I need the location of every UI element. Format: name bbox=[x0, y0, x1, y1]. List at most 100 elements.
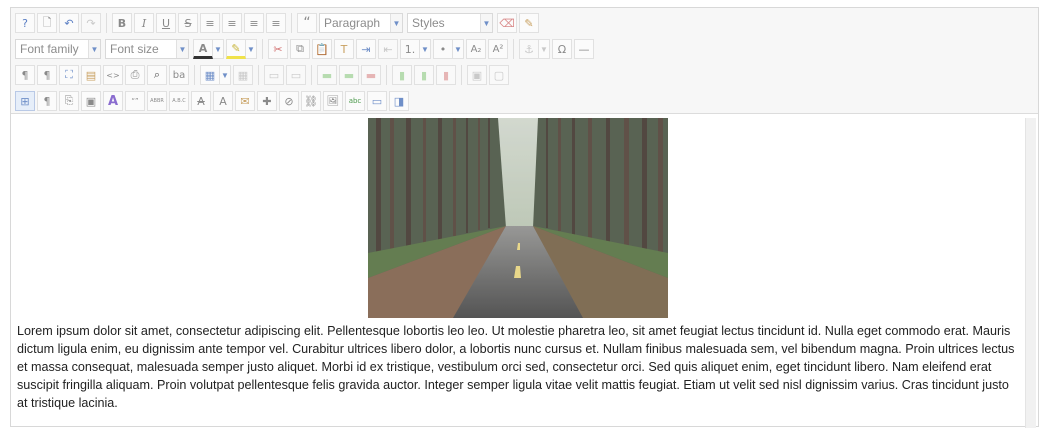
block-format-select[interactable]: Paragraph ▼ bbox=[319, 13, 403, 33]
fullscreen-icon[interactable]: ⛶ bbox=[59, 65, 79, 85]
insert-col-after-icon[interactable]: ▮ bbox=[414, 65, 434, 85]
unlink-icon[interactable]: ⊘ bbox=[279, 91, 299, 111]
table-delete-icon[interactable]: ▦ bbox=[233, 65, 253, 85]
clear-formatting-icon[interactable]: ✎ bbox=[519, 13, 539, 33]
template-icon[interactable]: ▤ bbox=[81, 65, 101, 85]
chevron-down-icon[interactable]: ▼ bbox=[220, 65, 231, 85]
puzzle-icon[interactable]: ✚ bbox=[257, 91, 277, 111]
eraser-icon[interactable]: ⌫ bbox=[497, 13, 517, 33]
delete-row-icon[interactable]: ▬ bbox=[361, 65, 381, 85]
delete-col-icon[interactable]: ▮ bbox=[436, 65, 456, 85]
bullet-list-split[interactable]: • ▼ bbox=[433, 39, 464, 59]
attributes-icon[interactable]: ✉ bbox=[235, 91, 255, 111]
font-family-select[interactable]: Font family ▼ bbox=[15, 39, 101, 59]
body-paragraph[interactable]: Lorem ipsum dolor sit amet, consectetur … bbox=[17, 322, 1015, 412]
align-center-icon[interactable]: ≡ bbox=[222, 13, 242, 33]
separator bbox=[386, 65, 387, 85]
table-cell-props-icon[interactable]: ▭ bbox=[286, 65, 306, 85]
horizontal-rule-icon[interactable]: — bbox=[574, 39, 594, 59]
chevron-down-icon[interactable]: ▼ bbox=[213, 39, 224, 59]
numbered-list-icon[interactable]: 1. bbox=[400, 39, 420, 59]
insert-row-before-icon[interactable]: ▬ bbox=[317, 65, 337, 85]
undo-icon[interactable]: ↶ bbox=[59, 13, 79, 33]
separator bbox=[194, 65, 195, 85]
insert-col-before-icon[interactable]: ▮ bbox=[392, 65, 412, 85]
paste-icon[interactable]: 📋 bbox=[312, 39, 332, 59]
ins-icon[interactable]: A bbox=[213, 91, 233, 111]
chevron-down-icon[interactable]: ▼ bbox=[453, 39, 464, 59]
page-break-icon[interactable]: ⎘ bbox=[59, 91, 79, 111]
new-document-icon[interactable]: 🗋 bbox=[37, 13, 57, 33]
separator bbox=[106, 13, 107, 33]
help-icon[interactable]: ? bbox=[15, 13, 35, 33]
editor-content[interactable]: Lorem ipsum dolor sit amet, consectetur … bbox=[11, 114, 1038, 428]
underline-icon[interactable]: U bbox=[156, 13, 176, 33]
replace-icon[interactable]: ba bbox=[169, 65, 189, 85]
superscript-icon[interactable]: A² bbox=[488, 39, 508, 59]
indent-icon[interactable]: ⇥ bbox=[356, 39, 376, 59]
chevron-down-icon[interactable]: ▼ bbox=[420, 39, 431, 59]
preview-icon[interactable]: ◨ bbox=[389, 91, 409, 111]
show-blocks-icon[interactable]: ¶ bbox=[37, 91, 57, 111]
align-justify-icon[interactable]: ≡ bbox=[200, 13, 220, 33]
del-icon[interactable]: A bbox=[191, 91, 211, 111]
separator bbox=[258, 65, 259, 85]
image-edit-icon[interactable]: ▣ bbox=[81, 91, 101, 111]
toolbar-row-2: Font family ▼ Font size ▼ A ▼ ✎ ▼ ✂ ⧉ 📋 … bbox=[11, 36, 1038, 62]
separator bbox=[311, 65, 312, 85]
merge-cells-icon[interactable]: ▣ bbox=[467, 65, 487, 85]
print-icon[interactable]: ⎙ bbox=[125, 65, 145, 85]
styles-value: Styles bbox=[412, 16, 445, 30]
cut-icon[interactable]: ✂ bbox=[268, 39, 288, 59]
anchor-icon[interactable]: ⚓ bbox=[519, 39, 539, 59]
chevron-down-icon[interactable]: ▼ bbox=[246, 39, 257, 59]
separator bbox=[513, 39, 514, 59]
font-style-icon[interactable]: A bbox=[103, 91, 123, 111]
italic-icon[interactable]: I bbox=[134, 13, 154, 33]
chevron-down-icon: ▼ bbox=[88, 40, 100, 58]
bold-icon[interactable]: B bbox=[112, 13, 132, 33]
strikethrough-icon[interactable]: S bbox=[178, 13, 198, 33]
align-left-icon[interactable]: ≡ bbox=[244, 13, 264, 33]
quote-tag-icon[interactable]: “” bbox=[125, 91, 145, 111]
bullet-list-icon[interactable]: • bbox=[433, 39, 453, 59]
outdent-icon[interactable]: ⇤ bbox=[378, 39, 398, 59]
highlight-split[interactable]: ✎ ▼ bbox=[226, 39, 257, 59]
font-size-select[interactable]: Font size ▼ bbox=[105, 39, 189, 59]
redo-icon[interactable]: ↷ bbox=[81, 13, 101, 33]
align-right-icon[interactable]: ≡ bbox=[266, 13, 286, 33]
separator bbox=[291, 13, 292, 33]
paste-text-icon[interactable]: T bbox=[334, 39, 354, 59]
table-row-props-icon[interactable]: ▭ bbox=[264, 65, 284, 85]
vertical-scrollbar[interactable] bbox=[1025, 118, 1036, 428]
insert-row-after-icon[interactable]: ▬ bbox=[339, 65, 359, 85]
chevron-down-icon[interactable]: ▼ bbox=[539, 39, 550, 59]
table-split[interactable]: ▦ ▼ bbox=[200, 65, 231, 85]
acronym-icon[interactable]: A.B.C bbox=[169, 91, 189, 111]
table-icon[interactable]: ▦ bbox=[200, 65, 220, 85]
source-code-icon[interactable]: <> bbox=[103, 65, 123, 85]
link-icon[interactable]: ⛓ bbox=[301, 91, 321, 111]
forest-road-image[interactable] bbox=[368, 118, 668, 318]
split-cells-icon[interactable]: ▢ bbox=[489, 65, 509, 85]
blockquote-icon[interactable]: “ bbox=[297, 13, 317, 33]
subscript-icon[interactable]: A₂ bbox=[466, 39, 486, 59]
image-icon[interactable]: 🖼 bbox=[323, 91, 343, 111]
text-color-icon[interactable]: A bbox=[193, 39, 213, 59]
spellcheck-icon[interactable]: abc bbox=[345, 91, 365, 111]
rtl-icon[interactable]: ¶ bbox=[37, 65, 57, 85]
find-icon[interactable]: ⌕ bbox=[147, 65, 167, 85]
highlight-icon[interactable]: ✎ bbox=[226, 39, 246, 59]
text-color-split[interactable]: A ▼ bbox=[193, 39, 224, 59]
ltr-icon[interactable]: ¶ bbox=[15, 65, 35, 85]
anchor-split[interactable]: ⚓ ▼ bbox=[519, 39, 550, 59]
copy-icon[interactable]: ⧉ bbox=[290, 39, 310, 59]
separator bbox=[262, 39, 263, 59]
media-icon[interactable]: ▭ bbox=[367, 91, 387, 111]
visual-aid-icon[interactable]: ⊞ bbox=[15, 91, 35, 111]
styles-select[interactable]: Styles ▼ bbox=[407, 13, 493, 33]
numbered-list-split[interactable]: 1. ▼ bbox=[400, 39, 431, 59]
special-character-icon[interactable]: Ω bbox=[552, 39, 572, 59]
toolbar-row-3: ¶ ¶ ⛶ ▤ <> ⎙ ⌕ ba ▦ ▼ ▦ ▭ ▭ ▬ ▬ ▬ ▮ ▮ ▮ bbox=[11, 62, 1038, 88]
abbr-icon[interactable]: ABBR bbox=[147, 91, 167, 111]
